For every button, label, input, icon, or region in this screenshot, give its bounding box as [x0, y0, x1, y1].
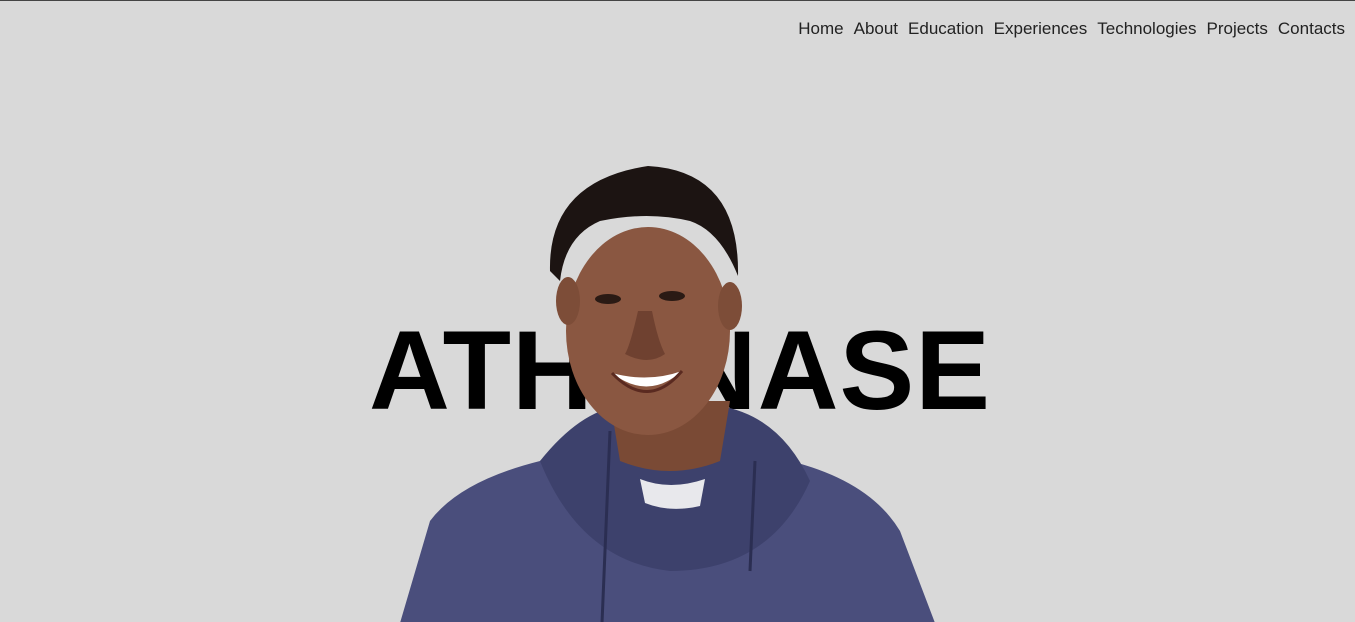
nav-projects[interactable]: Projects: [1206, 19, 1267, 39]
nav-home[interactable]: Home: [798, 19, 843, 39]
nav-education[interactable]: Education: [908, 19, 984, 39]
nav-about[interactable]: About: [854, 19, 898, 39]
top-nav: Home About Education Experiences Technol…: [798, 19, 1345, 39]
nav-technologies[interactable]: Technologies: [1097, 19, 1196, 39]
page: Home About Education Experiences Technol…: [0, 0, 1355, 622]
nav-experiences[interactable]: Experiences: [994, 19, 1088, 39]
portrait-photo: [400, 166, 935, 622]
nav-contacts[interactable]: Contacts: [1278, 19, 1345, 39]
